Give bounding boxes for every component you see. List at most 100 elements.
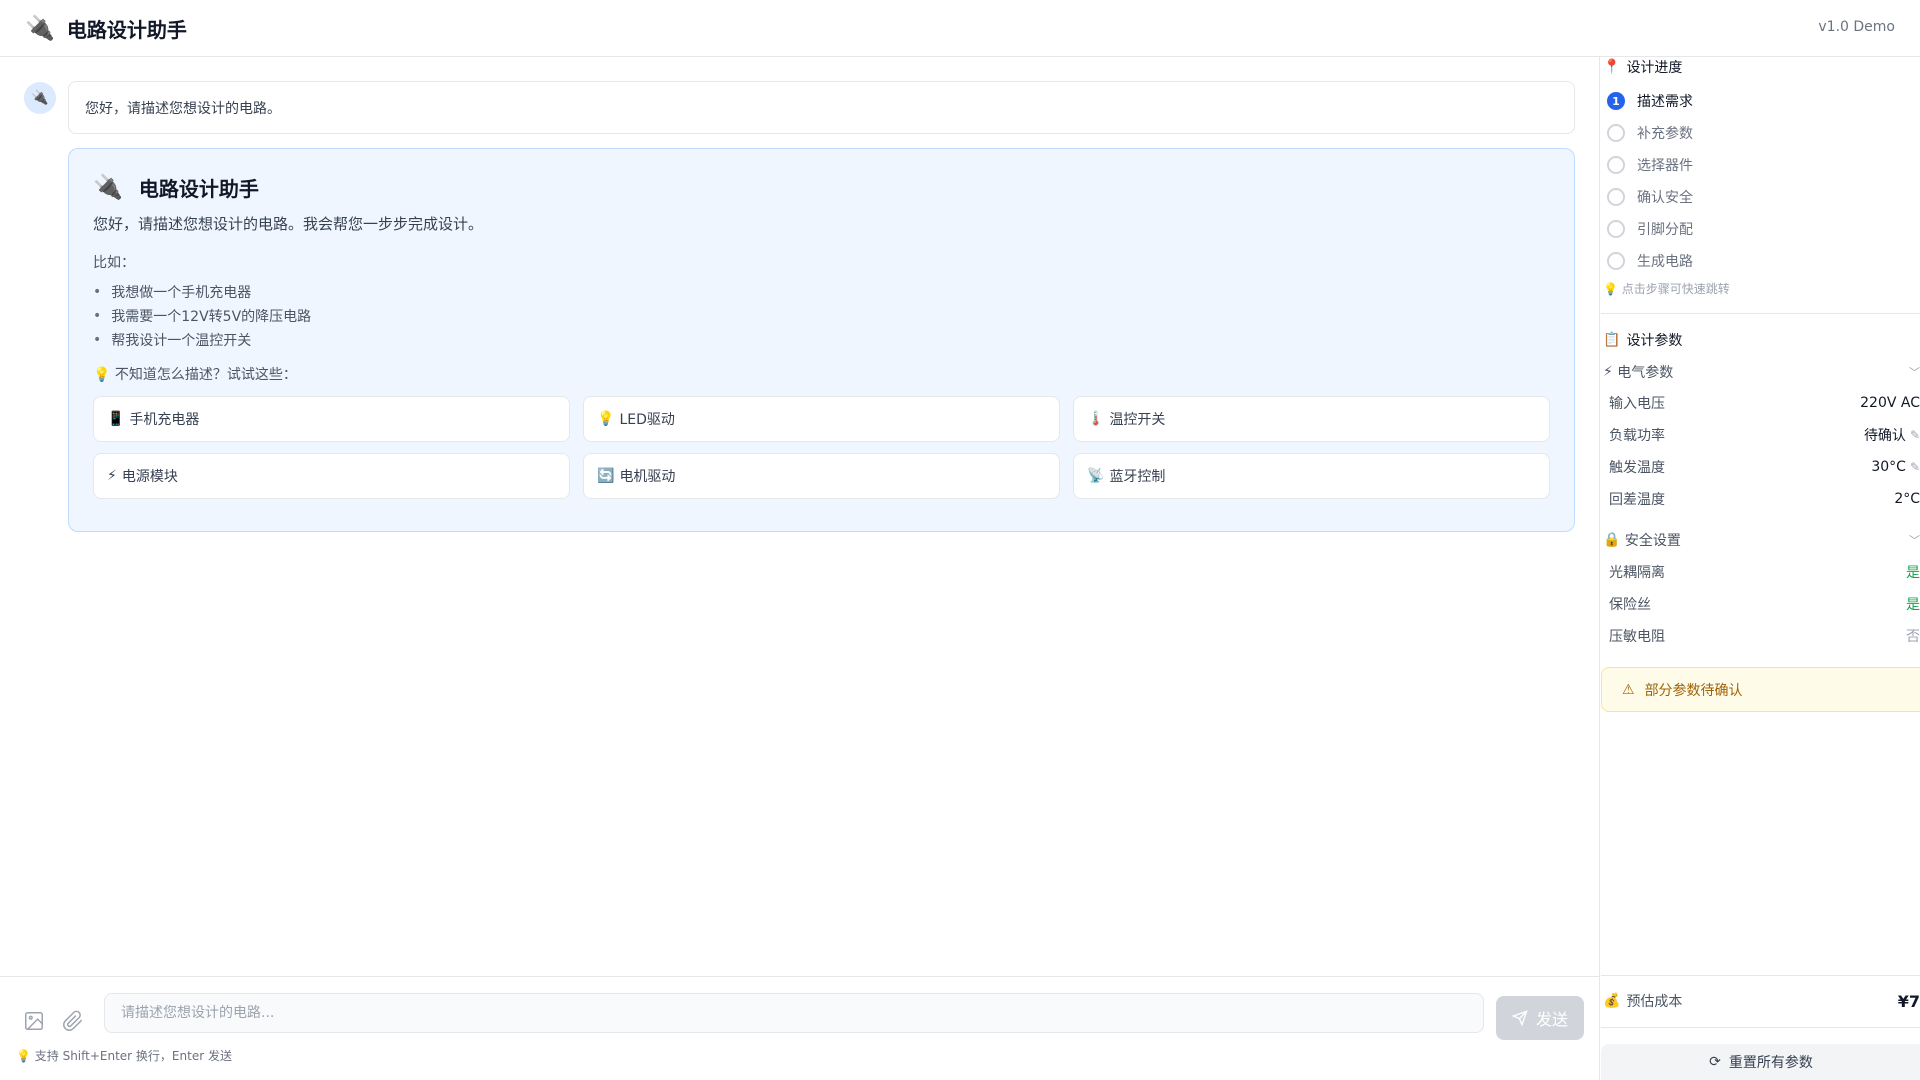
progress-header: 📍 设计进度 xyxy=(1603,57,1682,77)
step-indicator xyxy=(1607,156,1625,174)
version-label: v1.0 Demo xyxy=(1818,19,1895,35)
param-label: 回差温度 xyxy=(1609,492,1665,508)
plug-icon: 🔌 xyxy=(93,173,123,201)
lightning-icon: ⚡ xyxy=(107,468,117,484)
bulb-icon: 💡 xyxy=(1603,282,1618,296)
step-supplement[interactable]: 补充参数 xyxy=(1607,123,1693,143)
params-header: 📋 设计参数 xyxy=(1603,330,1682,350)
step-safety[interactable]: 确认安全 xyxy=(1607,187,1693,207)
quick-power-module-button[interactable]: ⚡ 电源模块 xyxy=(93,453,570,499)
safety-group-toggle[interactable]: 🔒 安全设置 ﹀ xyxy=(1603,530,1920,550)
quick-bluetooth-button[interactable]: 📡 蓝牙控制 xyxy=(1073,453,1550,499)
examples-list: 我想做一个手机充电器 我需要一个12V转5V的降压电路 帮我设计一个温控开关 xyxy=(93,280,1550,352)
group-title: 安全设置 xyxy=(1624,533,1681,549)
send-button[interactable]: 发送 xyxy=(1496,996,1584,1040)
param-value[interactable]: 30°C xyxy=(1871,459,1906,475)
step-indicator xyxy=(1607,220,1625,238)
estimated-cost: 💰 预估成本 ¥7 xyxy=(1603,991,1920,1011)
button-label: 电机驱动 xyxy=(619,469,676,485)
param-row: 压敏电阻 否 xyxy=(1609,626,1920,646)
lightning-icon: ⚡ xyxy=(1603,364,1613,380)
quick-led-driver-button[interactable]: 💡 LED驱动 xyxy=(583,396,1060,442)
param-row: 负载功率 待确认 ✎ xyxy=(1609,425,1920,445)
param-value: 是 xyxy=(1906,597,1920,613)
composer: 发送 💡 支持 Shift+Enter 换行，Enter 发送 xyxy=(0,976,1600,1080)
edit-icon[interactable]: ✎ xyxy=(1910,428,1920,442)
section-title: 设计进度 xyxy=(1626,60,1683,76)
thermometer-icon: 🌡️ xyxy=(1087,411,1105,427)
step-components[interactable]: 选择器件 xyxy=(1607,155,1693,175)
chat-panel: 🔌 您好，请描述您想设计的电路。 🔌 电路设计助手 您好，请描述您想设计的电路。我… xyxy=(0,57,1600,1080)
paperclip-icon[interactable] xyxy=(62,1010,84,1032)
button-label: 蓝牙控制 xyxy=(1109,469,1166,485)
param-row: 回差温度 2°C xyxy=(1609,489,1920,509)
param-row: 输入电压 220V AC xyxy=(1609,393,1920,413)
param-value: 否 xyxy=(1906,629,1920,645)
param-value: 2°C xyxy=(1894,491,1920,507)
design-sidebar: 📍 设计进度 1 描述需求 补充参数 选择器件 确认安全 引脚分配 生成电路 💡 点… xyxy=(1601,57,1920,1080)
send-label: 发送 xyxy=(1535,1010,1568,1029)
step-pins[interactable]: 引脚分配 xyxy=(1607,219,1693,239)
quick-phone-charger-button[interactable]: 📱 手机充电器 xyxy=(93,396,570,442)
cost-value: ¥7 xyxy=(1897,991,1920,1011)
param-label: 光耦隔离 xyxy=(1609,565,1665,581)
divider xyxy=(1601,975,1920,976)
edit-icon[interactable]: ✎ xyxy=(1910,460,1920,474)
refresh-icon: ⟳ xyxy=(1709,1054,1721,1070)
step-describe[interactable]: 1 描述需求 xyxy=(1607,91,1693,111)
tip-text: 点击步骤可快速跳转 xyxy=(1621,282,1730,296)
divider xyxy=(1601,1027,1920,1028)
quick-motor-driver-button[interactable]: 🔄 电机驱动 xyxy=(583,453,1060,499)
step-label: 引脚分配 xyxy=(1637,222,1693,238)
step-generate[interactable]: 生成电路 xyxy=(1607,251,1693,271)
param-value: 220V AC xyxy=(1860,395,1920,411)
pin-icon: 📍 xyxy=(1603,59,1621,75)
message-text: 您好，请描述您想设计的电路。 xyxy=(85,100,281,117)
satellite-icon: 📡 xyxy=(1087,468,1105,484)
step-indicator xyxy=(1607,188,1625,206)
money-bag-icon: 💰 xyxy=(1603,993,1621,1009)
bulb-icon: 💡 xyxy=(597,411,615,427)
assistant-avatar: 🔌 xyxy=(24,82,56,114)
example-item: 帮我设计一个温控开关 xyxy=(93,328,1550,352)
chevron-down-icon: ﹀ xyxy=(1909,366,1920,379)
image-upload-icon[interactable] xyxy=(23,1010,45,1032)
cost-label: 预估成本 xyxy=(1626,994,1683,1010)
plug-icon: 🔌 xyxy=(25,14,55,42)
lock-icon: 🔒 xyxy=(1603,532,1621,548)
param-label: 负载功率 xyxy=(1609,428,1665,444)
divider xyxy=(1601,313,1920,314)
warning-icon: ⚠ xyxy=(1622,681,1635,698)
button-label: LED驱动 xyxy=(619,412,675,428)
param-label: 保险丝 xyxy=(1609,597,1651,613)
step-label: 补充参数 xyxy=(1637,126,1693,142)
step-tip: 💡 点击步骤可快速跳转 xyxy=(1603,280,1730,297)
pending-warning: ⚠ 部分参数待确认 xyxy=(1601,667,1920,712)
suggestion-tip: 💡 不知道怎么描述？试试这些： xyxy=(93,367,297,383)
step-label: 描述需求 xyxy=(1637,94,1693,110)
app-title: 电路设计助手 xyxy=(66,17,187,42)
quick-thermostat-button[interactable]: 🌡️ 温控开关 xyxy=(1073,396,1550,442)
param-label: 输入电压 xyxy=(1609,396,1665,412)
param-row: 光耦隔离 是 xyxy=(1609,562,1920,582)
button-label: 电源模块 xyxy=(121,469,178,485)
example-item: 我需要一个12V转5V的降压电路 xyxy=(93,304,1550,328)
clipboard-icon: 📋 xyxy=(1603,332,1621,348)
send-icon xyxy=(1511,1010,1528,1026)
button-label: 温控开关 xyxy=(1109,412,1166,428)
input-hint: 💡 支持 Shift+Enter 换行，Enter 发送 xyxy=(16,1049,232,1063)
plug-icon: 🔌 xyxy=(31,90,49,106)
message-input[interactable] xyxy=(104,993,1484,1033)
card-title: 电路设计助手 xyxy=(138,176,259,201)
step-indicator xyxy=(1607,252,1625,270)
welcome-card: 🔌 电路设计助手 您好，请描述您想设计的电路。我会帮您一步步完成设计。 比如： 我… xyxy=(68,148,1575,532)
reset-params-button[interactable]: ⟳ 重置所有参数 xyxy=(1601,1044,1920,1080)
card-intro: 您好，请描述您想设计的电路。我会帮您一步步完成设计。 xyxy=(93,215,484,233)
cycle-icon: 🔄 xyxy=(597,468,615,484)
electrical-group-toggle[interactable]: ⚡ 电气参数 ﹀ xyxy=(1603,362,1920,382)
section-title: 设计参数 xyxy=(1626,333,1683,349)
param-value[interactable]: 待确认 xyxy=(1864,425,1906,445)
chevron-down-icon: ﹀ xyxy=(1909,534,1920,547)
group-title: 电气参数 xyxy=(1617,365,1674,381)
button-label: 手机充电器 xyxy=(129,412,200,428)
